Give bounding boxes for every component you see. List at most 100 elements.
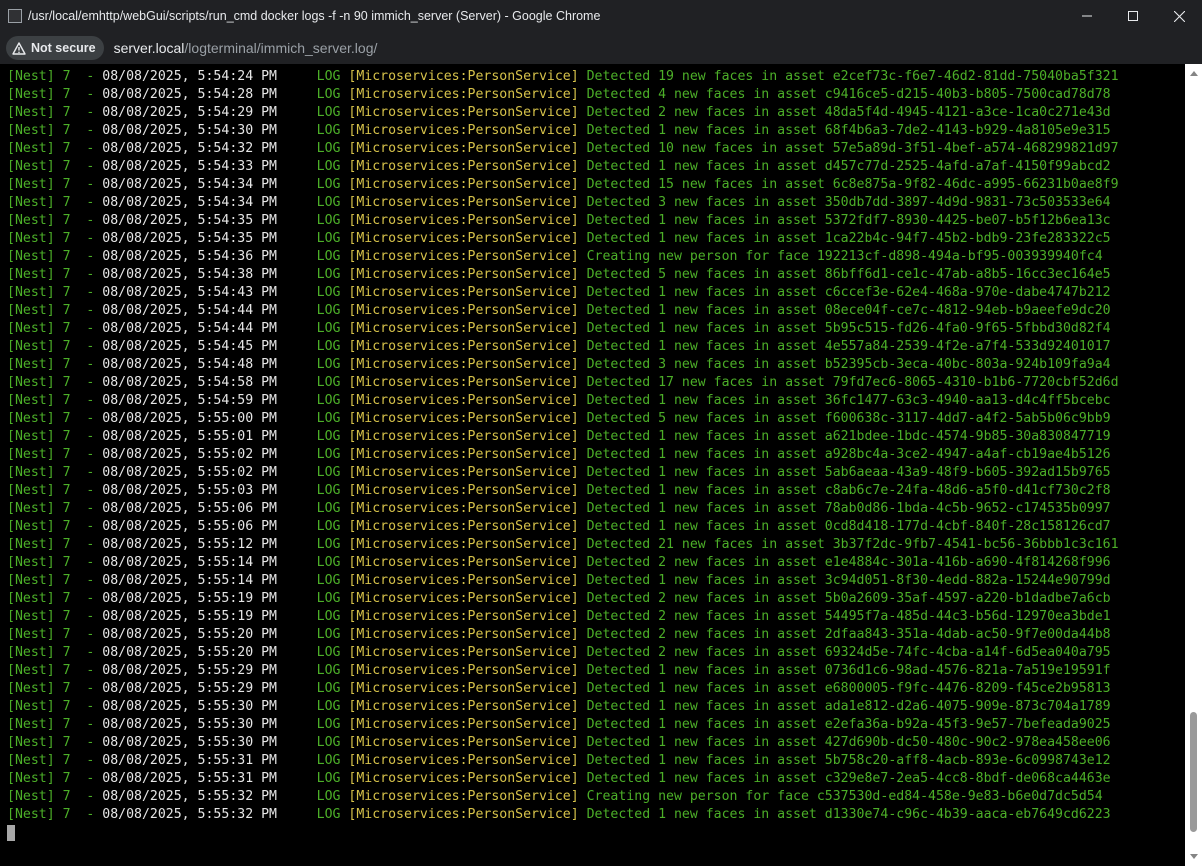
scroll-thumb[interactable] xyxy=(1190,712,1197,832)
log-level: LOG xyxy=(276,807,349,822)
log-message: Detected 21 new faces in asset 3b37f2dc-… xyxy=(578,537,1119,552)
log-line: [Nest] 7 - 08/08/2025, 5:55:06 PM LOG [M… xyxy=(7,500,1111,518)
log-datetime: 08/08/2025, 5:54:43 PM xyxy=(102,285,277,300)
log-context: [Microservices:PersonService] xyxy=(348,123,579,138)
log-nest-prefix: [Nest] 7 - xyxy=(7,213,103,228)
log-nest-prefix: [Nest] 7 - xyxy=(7,105,103,120)
log-message: Detected 2 new faces in asset 69324d5e-7… xyxy=(578,645,1111,660)
log-datetime: 08/08/2025, 5:55:31 PM xyxy=(102,771,277,786)
log-level: LOG xyxy=(276,555,349,570)
log-datetime: 08/08/2025, 5:55:20 PM xyxy=(102,627,277,642)
log-context: [Microservices:PersonService] xyxy=(348,519,579,534)
log-message: Detected 19 new faces in asset e2cef73c-… xyxy=(578,69,1119,84)
log-context: [Microservices:PersonService] xyxy=(348,285,579,300)
log-level: LOG xyxy=(276,573,349,588)
log-level: LOG xyxy=(276,465,349,480)
log-context: [Microservices:PersonService] xyxy=(348,483,579,498)
url-host: server.local xyxy=(113,40,185,56)
log-context: [Microservices:PersonService] xyxy=(348,195,579,210)
log-level: LOG xyxy=(276,123,349,138)
log-level: LOG xyxy=(276,501,349,516)
log-context: [Microservices:PersonService] xyxy=(348,807,579,822)
log-context: [Microservices:PersonService] xyxy=(348,375,579,390)
log-message: Detected 4 new faces in asset c9416ce5-d… xyxy=(578,87,1111,102)
log-level: LOG xyxy=(276,663,349,678)
log-context: [Microservices:PersonService] xyxy=(348,87,579,102)
log-datetime: 08/08/2025, 5:55:14 PM xyxy=(102,555,277,570)
log-level: LOG xyxy=(276,591,349,606)
log-nest-prefix: [Nest] 7 - xyxy=(7,753,103,768)
log-level: LOG xyxy=(276,231,349,246)
log-nest-prefix: [Nest] 7 - xyxy=(7,627,103,642)
log-message: Detected 1 new faces in asset c329e8e7-2… xyxy=(578,771,1111,786)
log-level: LOG xyxy=(276,303,349,318)
terminal-cursor xyxy=(7,825,15,841)
log-datetime: 08/08/2025, 5:54:58 PM xyxy=(102,375,277,390)
log-nest-prefix: [Nest] 7 - xyxy=(7,303,103,318)
log-nest-prefix: [Nest] 7 - xyxy=(7,267,103,282)
log-message: Detected 1 new faces in asset 3c94d051-8… xyxy=(578,573,1111,588)
log-nest-prefix: [Nest] 7 - xyxy=(7,159,103,174)
log-level: LOG xyxy=(276,771,349,786)
log-nest-prefix: [Nest] 7 - xyxy=(7,789,103,804)
log-line: [Nest] 7 - 08/08/2025, 5:54:33 PM LOG [M… xyxy=(7,158,1111,176)
log-line: [Nest] 7 - 08/08/2025, 5:54:24 PM LOG [M… xyxy=(7,68,1119,86)
log-message: Detected 1 new faces in asset 08ece04f-c… xyxy=(578,303,1111,318)
log-level: LOG xyxy=(276,321,349,336)
close-button[interactable] xyxy=(1156,0,1202,32)
log-datetime: 08/08/2025, 5:55:14 PM xyxy=(102,573,277,588)
log-line: [Nest] 7 - 08/08/2025, 5:55:30 PM LOG [M… xyxy=(7,698,1111,716)
log-datetime: 08/08/2025, 5:54:29 PM xyxy=(102,105,277,120)
log-nest-prefix: [Nest] 7 - xyxy=(7,285,103,300)
window-title: /usr/local/emhttp/webGui/scripts/run_cmd… xyxy=(28,9,601,23)
log-context: [Microservices:PersonService] xyxy=(348,717,579,732)
app-icon xyxy=(8,9,22,23)
log-terminal[interactable]: [Nest] 7 - 08/08/2025, 5:54:24 PM LOG [M… xyxy=(0,64,1185,866)
log-context: [Microservices:PersonService] xyxy=(348,447,579,462)
log-level: LOG xyxy=(276,681,349,696)
log-level: LOG xyxy=(276,339,349,354)
log-datetime: 08/08/2025, 5:55:06 PM xyxy=(102,501,277,516)
log-context: [Microservices:PersonService] xyxy=(348,645,579,660)
log-message: Detected 2 new faces in asset 2dfaa843-3… xyxy=(578,627,1111,642)
log-level: LOG xyxy=(276,519,349,534)
log-line: [Nest] 7 - 08/08/2025, 5:55:02 PM LOG [M… xyxy=(7,446,1111,464)
log-level: LOG xyxy=(276,537,349,552)
minimize-button[interactable] xyxy=(1064,0,1110,32)
log-line: [Nest] 7 - 08/08/2025, 5:54:34 PM LOG [M… xyxy=(7,194,1111,212)
log-level: LOG xyxy=(276,69,349,84)
log-level: LOG xyxy=(276,141,349,156)
log-nest-prefix: [Nest] 7 - xyxy=(7,249,103,264)
log-line: [Nest] 7 - 08/08/2025, 5:54:32 PM LOG [M… xyxy=(7,140,1119,158)
log-nest-prefix: [Nest] 7 - xyxy=(7,465,103,480)
log-level: LOG xyxy=(276,645,349,660)
scroll-up-arrow-icon[interactable] xyxy=(1190,71,1198,76)
log-line: [Nest] 7 - 08/08/2025, 5:55:29 PM LOG [M… xyxy=(7,662,1111,680)
scroll-down-arrow-icon[interactable] xyxy=(1190,854,1198,859)
security-chip[interactable]: Not secure xyxy=(6,36,104,60)
log-message: Detected 1 new faces in asset 5b758c20-a… xyxy=(578,753,1111,768)
log-nest-prefix: [Nest] 7 - xyxy=(7,807,103,822)
log-level: LOG xyxy=(276,87,349,102)
log-context: [Microservices:PersonService] xyxy=(348,159,579,174)
log-datetime: 08/08/2025, 5:54:38 PM xyxy=(102,267,277,282)
log-nest-prefix: [Nest] 7 - xyxy=(7,519,103,534)
log-message: Detected 1 new faces in asset 4e557a84-2… xyxy=(578,339,1111,354)
log-line: [Nest] 7 - 08/08/2025, 5:55:20 PM LOG [M… xyxy=(7,644,1111,662)
log-datetime: 08/08/2025, 5:55:31 PM xyxy=(102,753,277,768)
log-context: [Microservices:PersonService] xyxy=(348,771,579,786)
log-context: [Microservices:PersonService] xyxy=(348,213,579,228)
log-nest-prefix: [Nest] 7 - xyxy=(7,69,103,84)
log-level: LOG xyxy=(276,159,349,174)
log-nest-prefix: [Nest] 7 - xyxy=(7,735,103,750)
log-line: [Nest] 7 - 08/08/2025, 5:54:59 PM LOG [M… xyxy=(7,392,1111,410)
log-datetime: 08/08/2025, 5:55:00 PM xyxy=(102,411,277,426)
log-message: Detected 1 new faces in asset a621bdee-1… xyxy=(578,429,1111,444)
log-nest-prefix: [Nest] 7 - xyxy=(7,447,103,462)
url-field[interactable]: server.local/logterminal/immich_server.l… xyxy=(114,40,378,56)
log-context: [Microservices:PersonService] xyxy=(348,231,579,246)
terminal-scrollbar[interactable] xyxy=(1185,64,1202,866)
address-bar: Not secure server.local/logterminal/immi… xyxy=(0,32,1202,64)
maximize-button[interactable] xyxy=(1110,0,1156,32)
log-nest-prefix: [Nest] 7 - xyxy=(7,231,103,246)
